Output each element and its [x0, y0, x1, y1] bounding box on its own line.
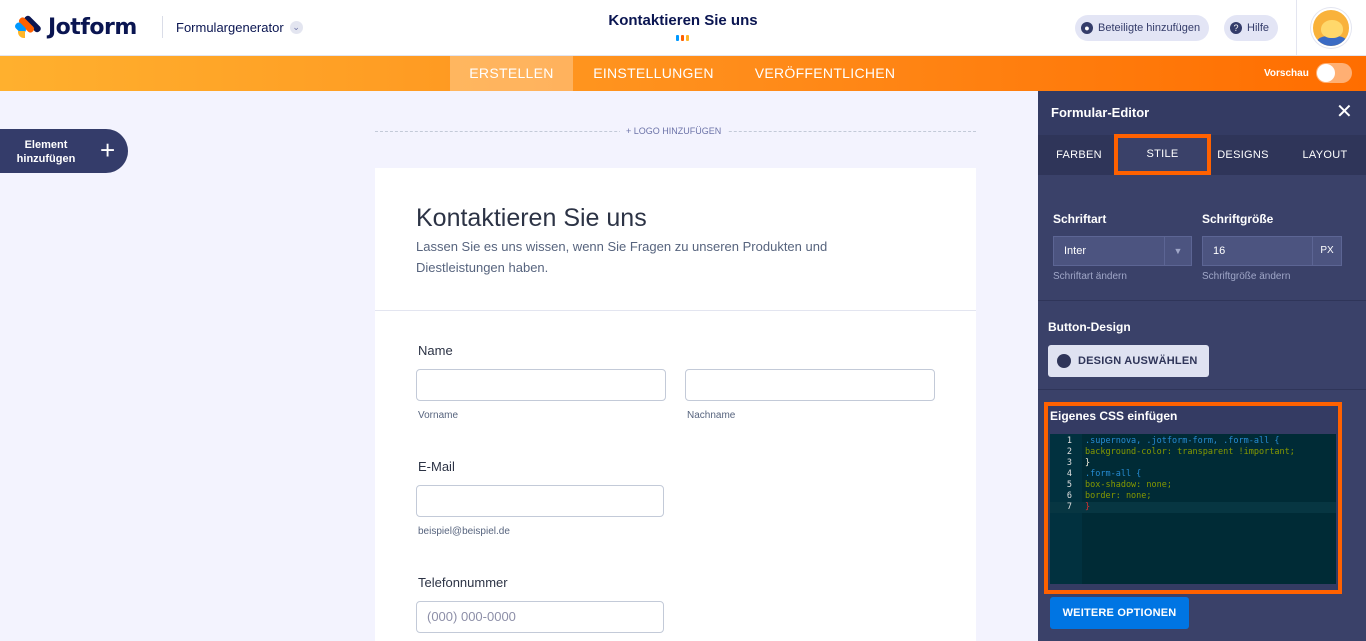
name-label: Name [418, 343, 453, 358]
tab-layout[interactable]: LAYOUT [1290, 135, 1360, 175]
avatar-area [1296, 0, 1366, 56]
code-line: 7} [1050, 502, 1336, 513]
form-title-header[interactable]: Kontaktieren Sie uns [560, 12, 806, 29]
last-name-input[interactable] [685, 369, 935, 401]
last-name-sublabel: Nachname [687, 410, 736, 421]
form-generator-dropdown[interactable]: Formulargenerator ⌄ [176, 20, 303, 35]
first-name-sublabel: Vorname [418, 410, 459, 421]
form-header[interactable]: Kontaktieren Sie uns Lassen Sie es uns w… [375, 168, 976, 311]
font-select[interactable]: Inter ▼ [1053, 236, 1192, 266]
chevron-down-icon: ⌄ [289, 21, 303, 34]
font-size-unit: PX [1312, 236, 1342, 266]
tab-designs[interactable]: DESIGNS [1211, 135, 1275, 175]
tab-veroeffentlichen[interactable]: VERÖFFENTLICHEN [734, 56, 916, 91]
add-element-label: Element hinzufügen [16, 139, 76, 165]
form-heading: Kontaktieren Sie uns [416, 204, 647, 232]
add-participants-button[interactable]: ● Beteiligte hinzufügen [1075, 15, 1210, 41]
help-label: Hilfe [1247, 22, 1270, 34]
jotform-logo[interactable]: Jotform [13, 14, 137, 40]
main-nav: ERSTELLEN EINSTELLUNGEN VERÖFFENTLICHEN … [0, 56, 1366, 91]
more-options-button[interactable]: WEITERE OPTIONEN [1050, 597, 1189, 629]
choose-design-button[interactable]: DESIGN AUSWÄHLEN [1048, 345, 1209, 377]
email-label: E-Mail [418, 459, 455, 474]
tab-stile[interactable]: STILE [1114, 134, 1211, 175]
add-logo-area[interactable]: + LOGO HINZUFÜGEN [375, 126, 976, 138]
panel-title: Formular-Editor [1051, 105, 1150, 120]
add-logo-link[interactable]: + LOGO HINZUFÜGEN [620, 126, 728, 136]
divider [162, 16, 163, 38]
top-bar: Jotform Formulargenerator ⌄ Kontaktieren… [0, 0, 1366, 56]
palette-icon [1057, 354, 1071, 368]
email-sublabel: beispiel@beispiel.de [418, 526, 510, 537]
first-name-input[interactable] [416, 369, 666, 401]
phone-input[interactable]: (000) 000-0000 [416, 601, 664, 633]
form-description: Lassen Sie es uns wissen, wenn Sie Frage… [416, 239, 828, 275]
preview-toggle[interactable] [1316, 63, 1352, 83]
panel-header: Formular-Editor ✕ [1038, 91, 1366, 135]
plus-icon: + [100, 135, 116, 165]
phone-label: Telefonnummer [418, 575, 508, 590]
form-generator-label: Formulargenerator [176, 20, 284, 35]
tab-einstellungen[interactable]: EINSTELLUNGEN [573, 56, 734, 91]
font-label: Schriftart [1053, 212, 1107, 226]
divider [1038, 389, 1366, 390]
jotform-logo-icon [13, 14, 43, 40]
divider [1038, 300, 1366, 301]
user-icon: ● [1081, 22, 1093, 34]
form-editor-panel: Formular-Editor ✕ FARBEN STILE DESIGNS L… [1038, 91, 1366, 641]
help-button[interactable]: ? Hilfe [1224, 15, 1279, 41]
font-size-label: Schriftgröße [1202, 212, 1274, 226]
close-icon[interactable]: ✕ [1336, 101, 1353, 123]
css-code-editor[interactable]: 1 .supernova, .jotform-form, .form-all { … [1050, 434, 1336, 584]
add-element-button[interactable]: Element hinzufügen + [0, 129, 128, 173]
email-input[interactable] [416, 485, 664, 517]
logo-text: Jotform [48, 14, 137, 40]
add-participants-label: Beteiligte hinzufügen [1098, 22, 1201, 34]
panel-tabs: FARBEN STILE DESIGNS LAYOUT [1038, 134, 1366, 175]
chevron-down-icon: ▼ [1164, 237, 1191, 265]
help-icon: ? [1230, 22, 1242, 34]
tab-erstellen[interactable]: ERSTELLEN [450, 56, 573, 91]
font-size-note: Schriftgröße ändern [1202, 271, 1291, 282]
button-design-label: Button-Design [1048, 320, 1131, 334]
save-status-icon [676, 35, 689, 41]
tab-farben[interactable]: FARBEN [1042, 135, 1116, 175]
font-note: Schriftart ändern [1053, 271, 1127, 282]
font-size-input[interactable]: 16 [1202, 236, 1314, 266]
form-card: Kontaktieren Sie uns Lassen Sie es uns w… [375, 168, 976, 641]
choose-design-label: DESIGN AUSWÄHLEN [1078, 355, 1198, 367]
font-value: Inter [1064, 245, 1087, 257]
custom-css-section: Eigenes CSS einfügen 1 .supernova, .jotfo… [1044, 402, 1342, 594]
preview-label: Vorschau [1264, 68, 1309, 79]
avatar[interactable] [1311, 8, 1351, 48]
custom-css-label: Eigenes CSS einfügen [1050, 409, 1178, 423]
